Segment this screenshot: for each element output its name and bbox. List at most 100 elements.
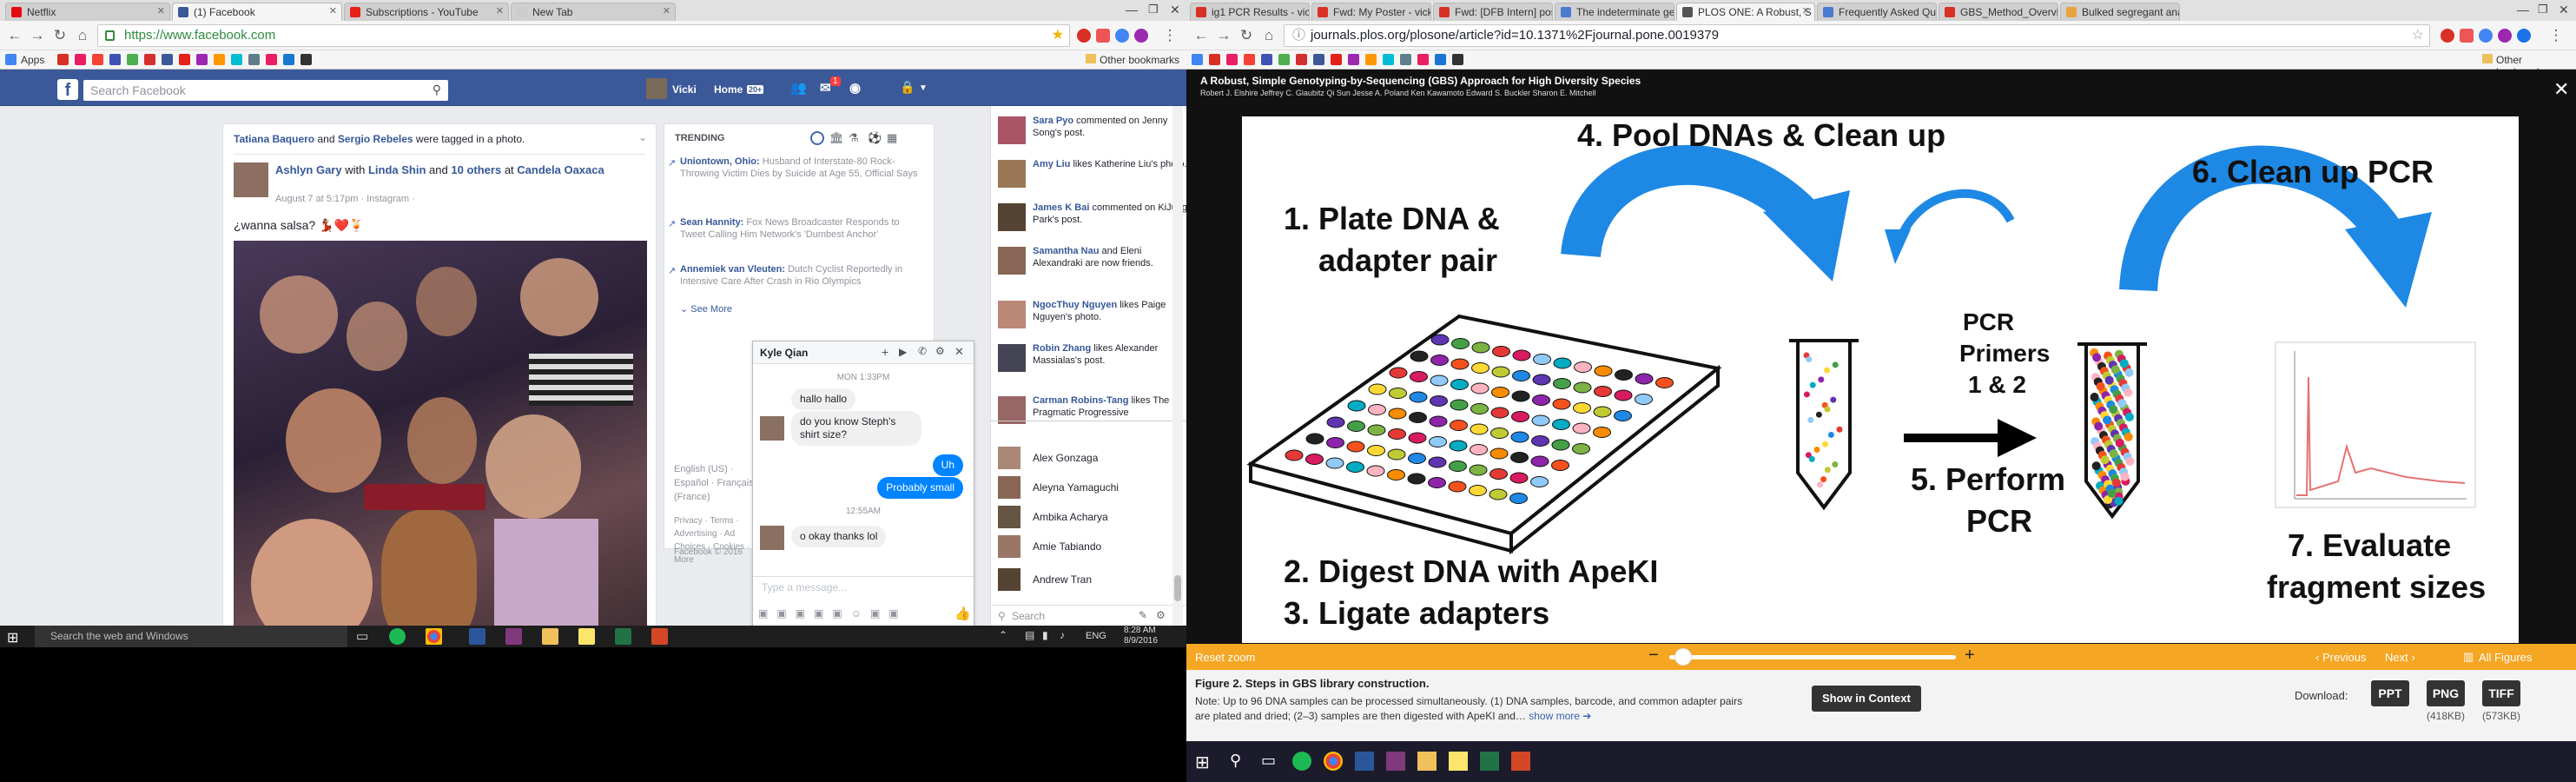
tab-netflix[interactable]: Netflix ✕ (5, 3, 170, 21)
taskbar-search-input[interactable]: Search the web and Windows (35, 626, 347, 647)
contact-item[interactable]: Alex Gonzaga (998, 445, 1186, 471)
facebook-logo-icon[interactable]: f (57, 79, 78, 100)
search-icon[interactable]: ⚲ (1230, 752, 1241, 770)
add-people-icon[interactable]: + (882, 345, 888, 359)
close-tab-icon[interactable]: ✕ (157, 5, 165, 17)
tab-plos-one[interactable]: PLOS ONE: A Robust, S ✕ (1676, 3, 1815, 21)
ticker-item[interactable]: Carman Robins-Tang likes The Pragmatic P… (998, 394, 1186, 433)
scrollbar[interactable] (1172, 106, 1183, 626)
apps-label[interactable]: Apps (21, 54, 44, 66)
scrollbar-thumb[interactable] (1174, 575, 1181, 601)
messages-icon[interactable]: ✉ (820, 80, 831, 96)
trending-item[interactable]: ↗ Sean Hannity: Fox News Broadcaster Res… (668, 216, 925, 241)
all-figures-button[interactable]: All Figures (2479, 651, 2532, 664)
extension-icon[interactable] (1077, 29, 1091, 43)
bookmark-icon[interactable] (1452, 54, 1463, 65)
bookmark-icon[interactable] (92, 54, 103, 65)
extension-icon[interactable] (2517, 29, 2531, 43)
powerpoint-icon[interactable] (651, 628, 668, 645)
zoom-slider-track[interactable] (1669, 655, 1956, 659)
minimize-icon[interactable]: — (1126, 3, 1138, 17)
bookmark-icon[interactable] (57, 54, 69, 65)
bookmark-icon[interactable] (1435, 54, 1446, 65)
footer-links[interactable]: Privacy · Terms · Advertising · Ad Choic… (674, 514, 752, 567)
entertainment-icon[interactable]: ▦ (887, 131, 897, 145)
previous-figure-button[interactable]: ‹ Previous (2315, 651, 2367, 664)
adblock-icon[interactable] (1096, 29, 1110, 43)
clock-date[interactable]: 8/9/2016 (1124, 636, 1158, 646)
forward-icon[interactable]: → (28, 26, 47, 45)
show-more-link[interactable]: show more ➔ (1529, 710, 1591, 722)
contact-item[interactable]: Andrew Tran (998, 567, 1186, 593)
home-icon[interactable]: ⌂ (73, 26, 92, 45)
ticker-item[interactable]: Sara Pyo commented on Jenny Song's post. (998, 115, 1186, 153)
chrome-icon[interactable] (426, 628, 442, 645)
tab-gmail[interactable]: Fwd: [DFB Intern] post (1433, 3, 1553, 21)
tab-gmail[interactable]: Fwd: My Poster - vickit (1311, 3, 1431, 21)
spotify-icon[interactable] (389, 628, 406, 645)
bookmark-icon[interactable] (1209, 54, 1220, 65)
address-bar[interactable]: ⓘ journals.plos.org/plosone/article?id=1… (1284, 24, 2430, 47)
file-explorer-icon[interactable] (542, 628, 558, 645)
task-view-icon[interactable]: ▭ (356, 628, 368, 644)
volume-icon[interactable]: ♪ (1060, 629, 1065, 641)
tab-faq[interactable]: Frequently Asked Ques (1817, 3, 1937, 21)
close-tab-icon[interactable]: ✕ (1802, 5, 1810, 17)
bookmark-icon[interactable] (196, 54, 208, 65)
battery-icon[interactable]: ▮ (1042, 629, 1048, 641)
phone-icon[interactable]: ✆ (918, 345, 927, 357)
bookmark-icon[interactable] (301, 54, 312, 65)
tab-facebook[interactable]: (1) Facebook ✕ (172, 3, 342, 21)
bookmark-icon[interactable] (1331, 54, 1342, 65)
clock-time[interactable]: 8:28 AM (1124, 626, 1156, 635)
adblock-icon[interactable] (2460, 29, 2474, 43)
close-tab-icon[interactable]: ✕ (329, 5, 337, 17)
gear-icon[interactable]: ⚙ (1156, 609, 1166, 621)
lock-menu-icon[interactable]: 🔒 (900, 80, 915, 95)
sticky-notes-icon[interactable] (1449, 752, 1468, 771)
author-avatar[interactable] (234, 162, 268, 197)
bookmark-icon[interactable] (162, 54, 173, 65)
home-link[interactable]: Home (714, 83, 743, 96)
tab-bulked-segregant[interactable]: Bulked segregant analy (2060, 3, 2180, 21)
bookmark-star-icon[interactable]: ★ (1052, 25, 1064, 46)
page-info-icon[interactable]: ⓘ (1292, 25, 1305, 46)
extension-icon[interactable] (1115, 29, 1129, 43)
gear-icon[interactable]: ⚙ (935, 345, 945, 357)
reload-icon[interactable]: ↻ (1237, 26, 1256, 45)
post-photo[interactable] (234, 241, 647, 647)
contact-item[interactable]: Amie Tabiando (998, 533, 1186, 560)
extension-icon[interactable] (2479, 29, 2493, 43)
chevron-down-icon[interactable]: ⌄ (638, 131, 647, 143)
powerpoint-icon[interactable] (1511, 752, 1530, 771)
new-message-icon[interactable]: ✎ (1139, 609, 1147, 621)
politics-icon[interactable]: 🏛 (829, 131, 844, 145)
contact-item[interactable]: Aleyna Yamaguchi (998, 474, 1186, 500)
extension-icon[interactable] (2498, 29, 2512, 43)
sports-icon[interactable]: ⚽ (868, 131, 882, 145)
bookmark-icon[interactable] (1313, 54, 1324, 65)
next-figure-button[interactable]: Next › (2385, 651, 2415, 664)
tab-youtube[interactable]: Subscriptions - YouTube ✕ (344, 3, 509, 21)
reload-icon[interactable]: ↻ (50, 26, 69, 45)
tab-gmail[interactable]: ig1 PCR Results - vicki (1190, 3, 1310, 21)
chat-toolbar-icons[interactable]: ▣▣▣▣▣☺▣▣ (758, 607, 967, 623)
apps-icon[interactable] (5, 54, 17, 65)
menu-icon[interactable]: ⋮ (1160, 26, 1179, 45)
friend-requests-icon[interactable]: 👥 (790, 80, 807, 96)
bookmark-icon[interactable] (1400, 54, 1411, 65)
chat-header[interactable]: Kyle Qian + ▶ ✆ ⚙ ✕ (753, 341, 974, 364)
windows-start-icon[interactable]: ⊞ (7, 629, 18, 646)
close-icon[interactable]: ✕ (954, 345, 964, 359)
word-icon[interactable] (1355, 752, 1374, 771)
back-icon[interactable]: ← (1192, 26, 1211, 45)
notification-icon[interactable]: ▤ (1025, 629, 1034, 641)
onenote-icon[interactable] (1386, 752, 1405, 771)
extension-icon[interactable] (1134, 29, 1148, 43)
ticker-item[interactable]: James K Bai commented on KiJung Park's p… (998, 202, 1186, 240)
bookmark-icon[interactable] (144, 54, 155, 65)
reset-zoom-button[interactable]: Reset zoom (1195, 651, 1255, 664)
zoom-slider-thumb[interactable] (1674, 648, 1692, 666)
search-icon[interactable]: ⚲ (433, 83, 441, 97)
chat-input[interactable]: Type a message... (762, 581, 847, 593)
